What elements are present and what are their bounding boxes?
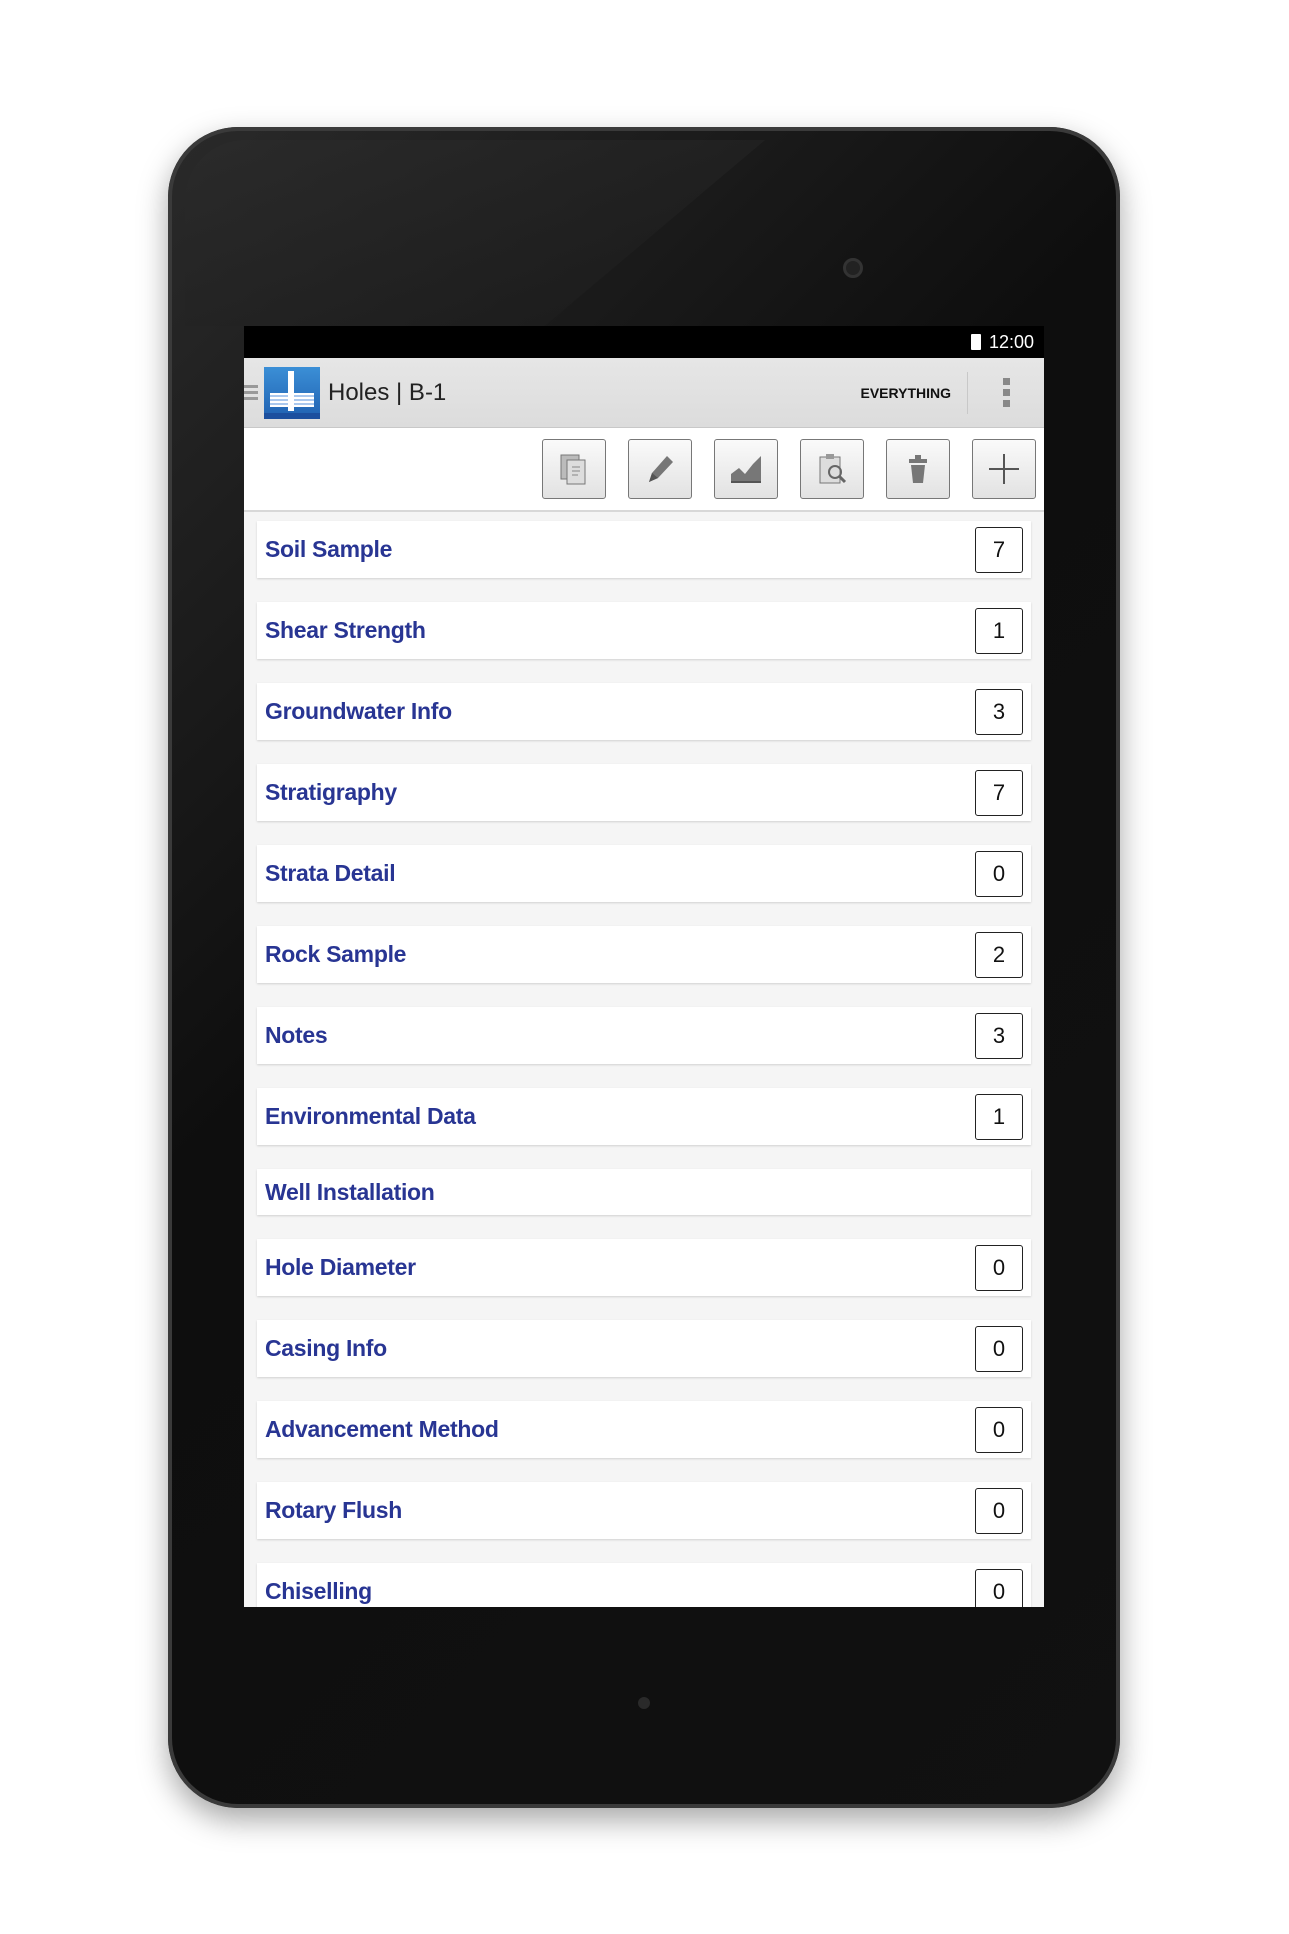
count-badge: 0	[975, 1244, 1023, 1291]
copy-icon	[560, 454, 586, 485]
list-item[interactable]: Strata Detail 0	[257, 845, 1031, 902]
list-item-label: Stratigraphy	[265, 779, 397, 805]
copy-button[interactable]	[542, 439, 606, 499]
overflow-menu-icon[interactable]	[968, 378, 1044, 407]
list-item[interactable]: Advancement Method 0	[257, 1401, 1031, 1458]
battery-icon	[970, 334, 981, 350]
camera	[843, 258, 863, 278]
count-badge: 0	[975, 1325, 1023, 1372]
count-badge: 0	[975, 1487, 1023, 1534]
count-badge: 7	[975, 769, 1023, 816]
report-button[interactable]	[800, 439, 864, 499]
count-badge: 1	[975, 607, 1023, 654]
list-item[interactable]: Environmental Data 1	[257, 1088, 1031, 1145]
list-item[interactable]: Notes 3	[257, 1007, 1031, 1064]
list-item-label: Shear Strength	[265, 617, 426, 643]
edit-button[interactable]	[628, 439, 692, 499]
count-badge: 3	[975, 1012, 1023, 1059]
chart-button[interactable]	[714, 439, 778, 499]
list-item[interactable]: Hole Diameter 0	[257, 1239, 1031, 1296]
add-icon	[989, 454, 1019, 484]
list-item-label: Environmental Data	[265, 1103, 476, 1129]
list-item-label: Chiselling	[265, 1578, 372, 1604]
list-item[interactable]: Well Installation	[257, 1169, 1031, 1215]
list-item-label: Casing Info	[265, 1335, 387, 1361]
list-item-label: Groundwater Info	[265, 698, 452, 724]
count-badge: 2	[975, 931, 1023, 978]
count-badge: 7	[975, 526, 1023, 573]
list-item-label: Well Installation	[265, 1178, 435, 1205]
app-logo[interactable]	[264, 366, 320, 419]
list-item[interactable]: Rock Sample 2	[257, 926, 1031, 983]
trash-icon	[909, 455, 927, 483]
list-item-label: Notes	[265, 1022, 328, 1048]
filter-button[interactable]: EVERYTHING	[845, 371, 968, 414]
count-badge: 0	[975, 1406, 1023, 1453]
list-item[interactable]: Chiselling 0	[257, 1563, 1031, 1607]
list-item-label: Strata Detail	[265, 860, 396, 886]
delete-button[interactable]	[886, 439, 950, 499]
sensor-dot	[638, 1697, 650, 1709]
add-button[interactable]	[972, 439, 1036, 499]
drawer-icon[interactable]	[244, 385, 258, 400]
list-item-label: Rotary Flush	[265, 1497, 402, 1523]
count-badge: 3	[975, 688, 1023, 735]
list-item-label: Soil Sample	[265, 536, 393, 562]
list-item[interactable]: Shear Strength 1	[257, 602, 1031, 659]
list-item[interactable]: Casing Info 0	[257, 1320, 1031, 1377]
list-item-label: Hole Diameter	[265, 1254, 416, 1280]
count-badge: 0	[975, 850, 1023, 897]
action-bar: Holes | B-1 EVERYTHING	[244, 358, 1044, 428]
list-item[interactable]: Rotary Flush 0	[257, 1482, 1031, 1539]
category-list: Soil Sample 7 Shear Strength 1 Groundwater I…	[244, 512, 1044, 1607]
screen: 12:00 Holes | B-1 EVERYTHING Soil Sample…	[244, 326, 1044, 1607]
toolbar	[244, 428, 1044, 512]
status-bar: 12:00	[244, 326, 1044, 358]
list-item-label: Rock Sample	[265, 941, 407, 967]
list-item[interactable]: Groundwater Info 3	[257, 683, 1031, 740]
edit-icon	[649, 456, 673, 482]
chart-icon	[731, 456, 761, 483]
list-item-label: Advancement Method	[265, 1416, 499, 1442]
list-item[interactable]: Soil Sample 7	[257, 521, 1031, 578]
clipboard-search-icon	[819, 454, 847, 484]
clock: 12:00	[988, 331, 1034, 352]
list-item[interactable]: Stratigraphy 7	[257, 764, 1031, 821]
count-badge: 0	[975, 1568, 1023, 1607]
count-badge: 1	[975, 1093, 1023, 1140]
page-title: Holes | B-1	[328, 378, 447, 406]
